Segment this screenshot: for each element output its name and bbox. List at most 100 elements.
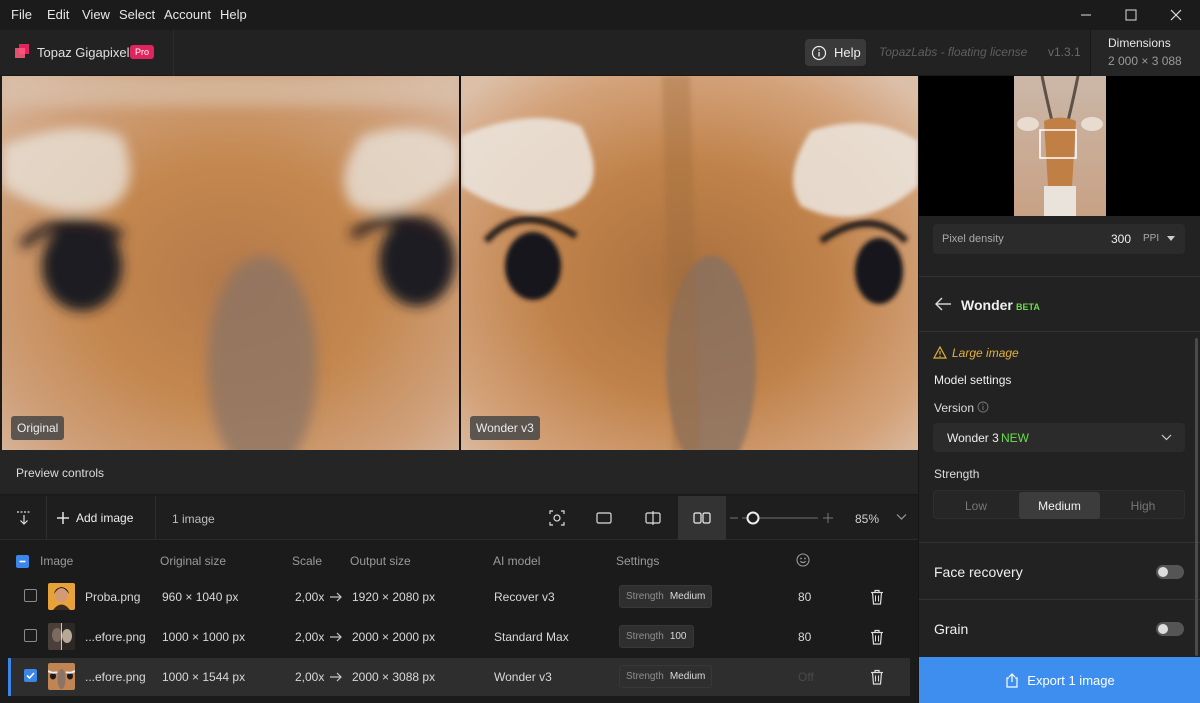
settings-pill[interactable]: Strength 100 [619, 625, 694, 648]
chevron-down-icon[interactable] [896, 513, 907, 521]
select-all-checkbox[interactable] [16, 555, 29, 568]
face-recovery-toggle[interactable] [1156, 565, 1184, 579]
maximize-icon [1125, 9, 1137, 21]
face-score: 80 [798, 630, 812, 644]
original-size: 960 × 1040 px [162, 590, 239, 604]
column-scale[interactable]: Scale [292, 554, 322, 568]
column-image[interactable]: Image [40, 554, 73, 568]
image-count: 1 image [172, 512, 215, 526]
caret-down-icon[interactable] [1167, 236, 1175, 242]
menu-select[interactable]: Select [119, 7, 155, 22]
split-view-icon [645, 511, 661, 525]
trash-icon[interactable] [870, 669, 884, 685]
section-divider [919, 542, 1200, 543]
face-recovery-label: Face recovery [934, 564, 1023, 580]
original-label: Original [11, 416, 65, 440]
arrow-right-icon [330, 632, 342, 642]
column-ai-model[interactable]: AI model [493, 554, 540, 568]
chevron-down-icon [1161, 434, 1172, 441]
setting-key: Strength [626, 591, 664, 602]
version-select[interactable]: Wonder 3 NEW [933, 423, 1185, 452]
original-size: 1000 × 1000 px [162, 630, 246, 644]
strength-high[interactable]: High [1103, 492, 1183, 519]
checkmark-icon [26, 672, 35, 680]
ai-model[interactable]: Standard Max [494, 630, 569, 644]
strength-label: Strength [934, 467, 980, 481]
zoom-slider[interactable] [730, 510, 835, 526]
thumbnail-image [48, 663, 75, 690]
pixel-density-unit[interactable]: PPI [1143, 233, 1159, 244]
menu-bar: File Edit View Select Account Help [0, 0, 1200, 30]
table-row[interactable]: Proba.png 960 × 1040 px 2,00x 1920 × 208… [8, 578, 910, 616]
app-name: Topaz Gigapixel [37, 45, 130, 60]
split-view-button[interactable] [629, 496, 677, 540]
strength-medium[interactable]: Medium [1019, 492, 1100, 519]
preview-controls-label: Preview controls [16, 466, 105, 480]
preview-original[interactable]: Original [2, 76, 459, 450]
single-view-icon [596, 512, 612, 524]
version-label: Version [934, 401, 975, 415]
back-arrow-icon[interactable] [934, 297, 952, 311]
column-original-size[interactable]: Original size [160, 554, 226, 568]
zoom-value[interactable]: 85% [855, 512, 879, 526]
navigator-preview[interactable] [919, 76, 1200, 216]
menu-account[interactable]: Account [164, 7, 211, 22]
column-output-size[interactable]: Output size [350, 554, 411, 568]
side-by-side-icon [693, 512, 711, 524]
model-header[interactable]: Wonder BETA [919, 277, 1200, 331]
pixel-density-value[interactable]: 300 [1111, 232, 1131, 246]
menu-file[interactable]: File [11, 7, 32, 22]
panel-scrollbar[interactable] [1195, 338, 1198, 656]
trash-icon[interactable] [870, 629, 884, 645]
navigator-thumbnail [1014, 76, 1106, 216]
close-button[interactable] [1153, 0, 1199, 30]
image-toolbar: Add image 1 image 85% [0, 496, 918, 540]
info-icon [811, 45, 827, 60]
face-score: 80 [798, 590, 812, 604]
column-settings[interactable]: Settings [616, 554, 659, 568]
row-checkbox[interactable] [24, 629, 37, 642]
ai-model[interactable]: Wonder v3 [494, 670, 552, 684]
toolbar-divider [155, 496, 156, 540]
add-image-button[interactable]: Add image [56, 506, 133, 530]
ai-model[interactable]: Recover v3 [494, 590, 555, 604]
pixel-density-field[interactable]: Pixel density 300 PPI [933, 224, 1185, 254]
model-settings-heading: Model settings [934, 373, 1012, 387]
output-size: 1920 × 2080 px [352, 590, 436, 604]
table-row[interactable]: ...efore.png 1000 × 1000 px 2,00x 2000 ×… [8, 618, 910, 656]
settings-pill[interactable]: Strength Medium [619, 665, 713, 688]
settings-pill[interactable]: Strength Medium [619, 585, 713, 608]
scale-value: 2,00x [295, 630, 325, 644]
maximize-button[interactable] [1108, 0, 1154, 30]
table-row-selected[interactable]: ...efore.png 1000 × 1544 px 2,00x 2000 ×… [8, 658, 910, 696]
export-button[interactable]: Export 1 image [919, 657, 1200, 703]
import-button[interactable] [0, 496, 48, 540]
row-checkbox[interactable] [24, 669, 37, 682]
plus-icon [57, 512, 69, 524]
side-by-side-view-button[interactable] [678, 496, 726, 540]
focus-view-button[interactable] [533, 496, 581, 540]
trash-icon[interactable] [870, 589, 884, 605]
original-size: 1000 × 1544 px [162, 670, 246, 684]
face-focus-icon [549, 510, 565, 526]
preview-controls-bar[interactable]: Preview controls [0, 450, 918, 495]
strength-low[interactable]: Low [936, 492, 1016, 519]
scale-value: 2,00x [295, 670, 325, 684]
minimize-button[interactable] [1063, 0, 1109, 30]
single-view-button[interactable] [580, 496, 628, 540]
download-arrow-icon [17, 511, 31, 525]
menu-help[interactable]: Help [220, 7, 247, 22]
version-value: Wonder 3 [947, 431, 999, 445]
preview-enhanced[interactable]: Wonder v3 [461, 76, 918, 450]
row-checkbox[interactable] [24, 589, 37, 602]
license-text: TopazLabs - floating license [879, 45, 1028, 59]
info-icon[interactable] [977, 401, 989, 413]
strength-segmented-control: Low Medium High [933, 490, 1185, 519]
menu-view[interactable]: View [82, 7, 110, 22]
menu-edit[interactable]: Edit [47, 7, 69, 22]
image-table: Image Original size Scale Output size AI… [0, 540, 918, 703]
help-button[interactable]: Help [805, 39, 866, 66]
header-divider [173, 30, 174, 76]
enhanced-label: Wonder v3 [470, 416, 540, 440]
grain-toggle[interactable] [1156, 622, 1184, 636]
